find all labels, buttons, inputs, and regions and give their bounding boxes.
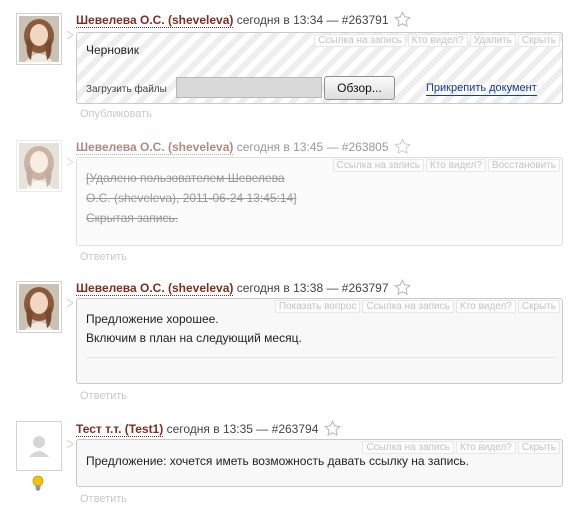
show-question-button[interactable]: Показать вопрос	[274, 300, 361, 313]
reply-link[interactable]: Ответить	[80, 493, 127, 505]
star-icon[interactable]	[323, 420, 341, 437]
hidden-entry-text: Скрытая запись.	[86, 211, 179, 225]
comment-draft-box: Ссылка на запись Кто видел? Удалить Скрыть …	[76, 32, 563, 104]
avatar[interactable]	[16, 140, 62, 192]
hide-button[interactable]: Скрыть	[517, 300, 560, 313]
comment-actions: Ссылка на запись Кто видел? Удалить Скрыть	[312, 34, 560, 47]
link-to-entry-button[interactable]: Ссылка на запись	[314, 34, 406, 47]
hide-button[interactable]: Скрыть	[517, 441, 560, 454]
avatar[interactable]	[16, 13, 62, 65]
hide-button[interactable]: Скрыть	[517, 34, 560, 47]
comment-actions: Показать вопрос Ссылка на запись Кто видел…	[273, 300, 560, 313]
who-viewed-button[interactable]: Кто видел?	[455, 300, 516, 313]
reply-link[interactable]: Ответить	[80, 251, 127, 263]
star-icon[interactable]	[394, 279, 411, 296]
comment-time: сегодня в 13:34 —	[236, 13, 339, 27]
delete-button[interactable]: Удалить	[469, 34, 516, 47]
comment-text-line-1: Предложение хорошее.	[86, 312, 219, 326]
who-viewed-button[interactable]: Кто видел?	[407, 34, 468, 47]
comment-id-link[interactable]: #263794	[272, 422, 319, 436]
restore-button[interactable]: Восстановить	[487, 159, 560, 172]
comment-body: Показать вопрос Ссылка на запись Кто видел…	[76, 298, 563, 384]
deleted-notice-line-1: [Удалено пользователем Шевелева	[86, 171, 285, 185]
comment-header: Шевелева О.С. (sheveleva) сегодня в 13:4…	[76, 138, 411, 155]
chevron-right-icon	[66, 30, 74, 40]
comment-time: сегодня в 13:45 —	[236, 140, 339, 154]
draft-text[interactable]: Черновик	[86, 43, 139, 57]
comment-header: Шевелева О.С. (sheveleva) сегодня в 13:3…	[76, 11, 411, 28]
star-icon[interactable]	[394, 138, 411, 155]
file-path-input[interactable]	[176, 77, 322, 98]
comment-header: Тест т.т. (Test1) сегодня в 13:35 — #263…	[76, 420, 341, 437]
browse-button[interactable]: Обзор...	[324, 76, 395, 100]
comment-actions: Ссылка на запись Кто видел? Восстановить	[331, 159, 560, 172]
author-link[interactable]: Шевелева О.С. (sheveleva)	[76, 140, 234, 155]
author-link[interactable]: Шевелева О.С. (sheveleva)	[76, 13, 234, 28]
user-silhouette-icon	[19, 424, 59, 468]
comment-id-link[interactable]: #263797	[342, 281, 389, 295]
comment-body: Ссылка на запись Кто видел? Скрыть Предлож…	[76, 439, 563, 487]
avatar-photo	[19, 284, 59, 330]
author-link[interactable]: Тест т.т. (Test1)	[76, 422, 164, 437]
comment-time: сегодня в 13:35 —	[166, 422, 269, 436]
divider	[86, 357, 556, 358]
comment-body: Ссылка на запись Кто видел? Восстановить […	[76, 157, 563, 246]
comment-text-line-2: Включим в план на следующий месяц.	[86, 331, 302, 345]
upload-files-label: Загрузить файлы	[86, 84, 167, 95]
who-viewed-button[interactable]: Кто видел?	[425, 159, 486, 172]
reply-link[interactable]: Ответить	[80, 390, 127, 402]
link-to-entry-button[interactable]: Ссылка на запись	[362, 300, 454, 313]
comment-time: сегодня в 13:38 —	[236, 281, 339, 295]
comment-id-link[interactable]: #263791	[342, 13, 389, 27]
link-to-entry-button[interactable]: Ссылка на запись	[332, 159, 424, 172]
chevron-right-icon	[66, 439, 74, 449]
comment-id-link[interactable]: #263805	[342, 140, 389, 154]
comment-text-line-1: Предложение: хочется иметь возможность д…	[86, 454, 469, 468]
avatar-photo	[19, 143, 59, 189]
author-link[interactable]: Шевелева О.С. (sheveleva)	[76, 281, 234, 296]
chevron-right-icon	[66, 298, 74, 308]
comment-header: Шевелева О.С. (sheveleva) сегодня в 13:3…	[76, 279, 411, 296]
publish-link[interactable]: Опубликовать	[80, 108, 152, 120]
avatar[interactable]	[16, 421, 62, 471]
attach-document-link[interactable]: Прикрепить документ	[426, 82, 537, 96]
avatar-photo	[19, 16, 59, 62]
deleted-notice-line-2: О.С. (sheveleva), 2011-06-24 13:45:14]	[86, 191, 297, 205]
lightbulb-icon	[32, 475, 44, 491]
star-icon[interactable]	[394, 11, 411, 28]
avatar[interactable]	[16, 281, 62, 333]
chevron-right-icon	[66, 157, 74, 167]
